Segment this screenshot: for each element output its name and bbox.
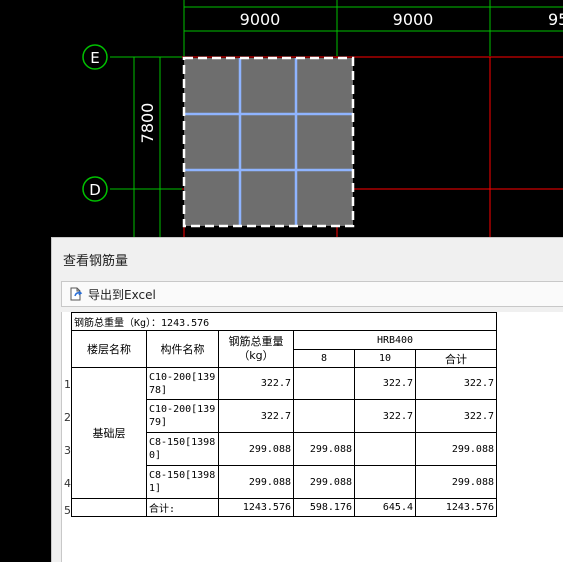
axis-label-d: D (89, 181, 101, 199)
total-row-subtotal: 1243.576 (415, 498, 497, 517)
total-row-empty (71, 498, 147, 517)
dialog-title: 查看钢筋量 (63, 254, 129, 269)
selected-slab[interactable] (182, 56, 355, 228)
header-diameter-10: 10 (354, 349, 416, 368)
total-weight-summary: 钢筋总重量（Kg）：1243.576 (71, 312, 497, 331)
row-number-2: 2 (64, 411, 71, 424)
axis-label-e: E (90, 49, 99, 67)
total-cell-4: 299.088 (218, 465, 294, 499)
member-cell-2[interactable]: C10-200[13979] (146, 399, 219, 433)
header-total-weight: 钢筋总重量（kg） (218, 330, 294, 368)
row-number-5: 5 (64, 504, 71, 517)
export-excel-button[interactable]: 导出到Excel (68, 284, 156, 304)
subtotal-cell-4: 299.088 (415, 465, 497, 499)
d8-cell-2 (293, 399, 355, 433)
row-number-1: 1 (64, 378, 71, 391)
header-subtotal: 合计 (415, 349, 497, 368)
dim-top-2: 9000 (393, 10, 434, 29)
rebar-quantity-dialog: 查看钢筋量 导出到Excel 1 2 3 4 5 钢筋总重量（Kg）：1243.… (51, 237, 563, 562)
row-number-4: 4 (64, 477, 71, 490)
row-number-3: 3 (64, 444, 71, 457)
d10-cell-4 (354, 465, 416, 499)
dim-left: 7800 (138, 103, 157, 144)
total-cell-3: 299.088 (218, 432, 294, 466)
table-area: 1 2 3 4 5 钢筋总重量（Kg）：1243.576 楼层名称 构件名称 钢… (61, 312, 563, 562)
member-cell-4[interactable]: C8-150[13981] (146, 465, 219, 499)
d10-cell-3 (354, 432, 416, 466)
header-floor-name: 楼层名称 (71, 330, 147, 368)
header-diameter-8: 8 (293, 349, 355, 368)
axis-bubble-d: D (82, 176, 108, 202)
total-row-d8: 598.176 (293, 498, 355, 517)
dim-top-1: 9000 (240, 10, 281, 29)
axis-bubble-e: E (82, 44, 108, 70)
header-member-name: 构件名称 (146, 330, 219, 368)
total-cell-1: 322.7 (218, 367, 294, 400)
d8-cell-4: 299.088 (293, 465, 355, 499)
export-excel-icon (70, 287, 83, 301)
d10-cell-1: 322.7 (354, 367, 416, 400)
total-row-label: 合计: (146, 498, 219, 517)
export-excel-label: 导出到Excel (88, 287, 156, 302)
d8-cell-1 (293, 367, 355, 400)
d8-cell-3: 299.088 (293, 432, 355, 466)
dim-top-3: 95 (548, 10, 563, 29)
member-cell-3[interactable]: C8-150[13980] (146, 432, 219, 466)
rebar-quantity-table: 钢筋总重量（Kg）：1243.576 楼层名称 构件名称 钢筋总重量（kg） H… (71, 312, 497, 517)
subtotal-cell-2: 322.7 (415, 399, 497, 433)
dialog-toolbar: 导出到Excel (61, 281, 563, 307)
total-row-d10: 645.4 (354, 498, 416, 517)
total-row-total: 1243.576 (218, 498, 294, 517)
subtotal-cell-1: 322.7 (415, 367, 497, 400)
floor-name-cell: 基础层 (71, 367, 147, 499)
subtotal-cell-3: 299.088 (415, 432, 497, 466)
d10-cell-2: 322.7 (354, 399, 416, 433)
header-grade: HRB400 (293, 330, 497, 350)
total-cell-2: 322.7 (218, 399, 294, 433)
member-cell-1[interactable]: C10-200[13978] (146, 367, 219, 400)
